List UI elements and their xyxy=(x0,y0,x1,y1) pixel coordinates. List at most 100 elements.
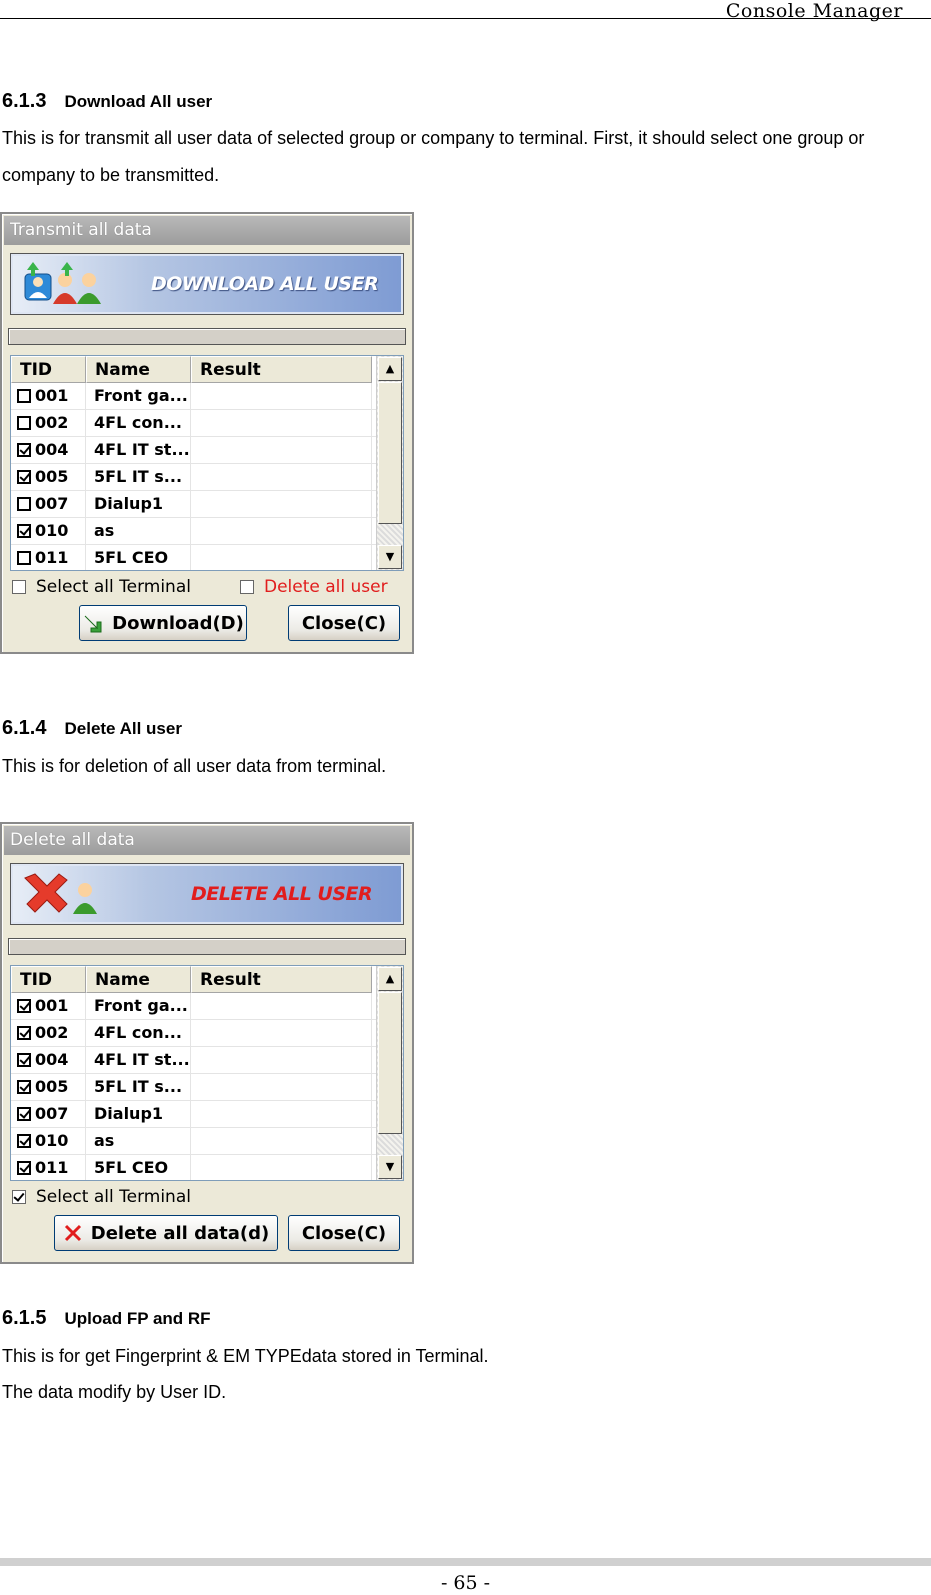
result-cell xyxy=(191,1101,372,1127)
row-checkbox[interactable] xyxy=(17,1026,31,1040)
table-row[interactable]: 002 4FL con... xyxy=(11,410,403,437)
table-row[interactable]: 001 Front ga... xyxy=(11,383,403,410)
row-checkbox[interactable] xyxy=(17,1053,31,1067)
row-checkbox[interactable] xyxy=(17,1134,31,1148)
checkbox-icon xyxy=(12,580,26,594)
column-header-tid[interactable]: TID xyxy=(11,356,86,383)
column-header-name[interactable]: Name xyxy=(86,356,191,383)
scroll-up-icon[interactable]: ▲ xyxy=(378,357,402,381)
scroll-thumb[interactable] xyxy=(378,382,402,524)
checkbox-icon xyxy=(12,1190,26,1204)
column-header-result[interactable]: Result xyxy=(191,966,372,993)
page-number: - 65 - xyxy=(440,1572,491,1594)
result-cell xyxy=(191,1155,372,1180)
button-row: Delete all data(d) Close(C) xyxy=(2,1211,412,1261)
row-checkbox[interactable] xyxy=(17,1080,31,1094)
table-row[interactable]: 001 Front ga... xyxy=(11,993,403,1020)
list-rows: 001 Front ga... 002 4FL con... 004 4FL IT st.… xyxy=(11,993,403,1180)
row-checkbox[interactable] xyxy=(17,1161,31,1175)
list-scrollbar[interactable]: ▲ ▼ xyxy=(376,966,403,1180)
tid-text: 001 xyxy=(35,996,69,1015)
close-button-label: Close(C) xyxy=(301,1222,387,1244)
table-row[interactable]: 005 5FL IT s... xyxy=(11,1074,403,1101)
download-button[interactable]: Download(D) xyxy=(79,605,247,641)
delete-all-data-button[interactable]: Delete all data(d) xyxy=(54,1215,278,1251)
result-cell xyxy=(191,1020,372,1046)
tid-cell: 007 xyxy=(11,1101,86,1127)
row-checkbox[interactable] xyxy=(17,524,31,538)
tid-text: 002 xyxy=(35,413,69,432)
result-cell xyxy=(191,410,372,436)
column-header-tid[interactable]: TID xyxy=(11,966,86,993)
table-row[interactable]: 011 5FL CEO xyxy=(11,545,403,570)
row-checkbox[interactable] xyxy=(17,470,31,484)
header-rule xyxy=(0,18,931,19)
table-row[interactable]: 010 as xyxy=(11,518,403,545)
section-number: 6.1.5 xyxy=(2,1307,47,1329)
terminal-list[interactable]: TID Name Result 001 Front ga... 002 4FL con… xyxy=(10,355,404,571)
result-cell xyxy=(191,1047,372,1073)
download-button-label: Download(D) xyxy=(112,612,244,634)
select-all-terminal-checkbox[interactable]: Select all Terminal xyxy=(12,1187,191,1207)
row-checkbox[interactable] xyxy=(17,551,31,565)
column-header-name[interactable]: Name xyxy=(86,966,191,993)
scroll-down-icon[interactable]: ▼ xyxy=(378,1155,402,1179)
row-checkbox[interactable] xyxy=(17,999,31,1013)
tid-text: 010 xyxy=(35,1131,69,1150)
list-header: TID Name Result xyxy=(11,356,403,383)
tid-cell: 004 xyxy=(11,1047,86,1073)
table-row[interactable]: 007 Dialup1 xyxy=(11,491,403,518)
column-header-result[interactable]: Result xyxy=(191,356,372,383)
result-cell xyxy=(191,464,372,490)
tid-cell: 005 xyxy=(11,1074,86,1100)
table-row[interactable]: 004 4FL IT st... xyxy=(11,1047,403,1074)
row-checkbox[interactable] xyxy=(17,389,31,403)
name-cell: 5FL IT s... xyxy=(86,1074,191,1100)
dialog-banner: DOWNLOAD ALL USER xyxy=(10,253,404,315)
row-checkbox[interactable] xyxy=(17,1107,31,1121)
close-button[interactable]: Close(C) xyxy=(288,605,400,641)
select-all-terminal-checkbox[interactable]: Select all Terminal xyxy=(12,577,191,597)
name-cell: Dialup1 xyxy=(86,1101,191,1127)
tid-cell: 002 xyxy=(11,410,86,436)
select-all-label: Select all Terminal xyxy=(36,1187,191,1207)
checkbox-icon xyxy=(240,580,254,594)
table-row[interactable]: 010 as xyxy=(11,1128,403,1155)
row-checkbox[interactable] xyxy=(17,497,31,511)
terminal-list[interactable]: TID Name Result 001 Front ga... 002 4FL con… xyxy=(10,965,404,1181)
tid-cell: 007 xyxy=(11,491,86,517)
table-row[interactable]: 007 Dialup1 xyxy=(11,1101,403,1128)
tid-text: 005 xyxy=(35,1077,69,1096)
tid-cell: 010 xyxy=(11,518,86,544)
users-download-icon xyxy=(24,262,101,304)
table-row[interactable]: 011 5FL CEO xyxy=(11,1155,403,1180)
close-button[interactable]: Close(C) xyxy=(288,1215,400,1251)
row-checkbox[interactable] xyxy=(17,416,31,430)
table-row[interactable]: 005 5FL IT s... xyxy=(11,464,403,491)
list-scrollbar[interactable]: ▲ ▼ xyxy=(376,356,403,570)
scroll-thumb[interactable] xyxy=(378,992,402,1134)
tid-text: 005 xyxy=(35,467,69,486)
name-cell: 4FL con... xyxy=(86,410,191,436)
dialog-options: Select all Terminal xyxy=(10,1181,404,1211)
scroll-down-icon[interactable]: ▼ xyxy=(378,545,402,569)
section-paragraph: This is for get Fingerprint & EM TYPEdat… xyxy=(2,1346,489,1366)
tid-text: 010 xyxy=(35,521,69,540)
scroll-up-icon[interactable]: ▲ xyxy=(378,967,402,991)
progress-bar xyxy=(8,938,406,955)
tid-text: 011 xyxy=(35,1158,69,1177)
section-paragraph: The data modify by User ID. xyxy=(2,1382,227,1402)
result-cell xyxy=(191,518,372,544)
delete-all-label: Delete all user xyxy=(264,577,388,597)
name-cell: 5FL CEO xyxy=(86,545,191,570)
tid-cell: 004 xyxy=(11,437,86,463)
result-cell xyxy=(191,437,372,463)
row-checkbox[interactable] xyxy=(17,443,31,457)
delete-all-user-checkbox[interactable]: Delete all user xyxy=(240,577,388,597)
name-cell: 5FL IT s... xyxy=(86,464,191,490)
name-cell: 4FL IT st... xyxy=(86,437,191,463)
dialog-title: Delete all data xyxy=(4,826,410,855)
table-row[interactable]: 004 4FL IT st... xyxy=(11,437,403,464)
section-number: 6.1.3 xyxy=(2,90,47,112)
table-row[interactable]: 002 4FL con... xyxy=(11,1020,403,1047)
